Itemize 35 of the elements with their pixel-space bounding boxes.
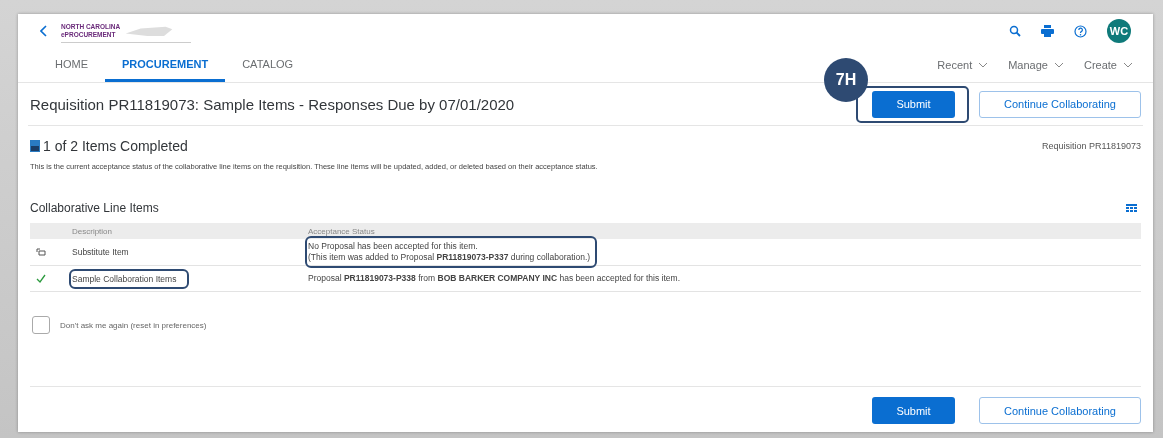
- page-title: Requisition PR11819073: Sample Items - Responses Due by 07/01/2020: [30, 95, 515, 113]
- help-icon[interactable]: [1074, 24, 1087, 38]
- check-icon: [36, 274, 46, 283]
- nav-menu[interactable]: Recent: [937, 59, 989, 71]
- submit-button[interactable]: Submit: [872, 397, 955, 424]
- nav-menu[interactable]: Manage: [1008, 59, 1064, 71]
- checkbox[interactable]: [32, 316, 50, 334]
- status-icon: [30, 140, 40, 152]
- continue-collaborating-button[interactable]: Continue Collaborating: [979, 90, 1141, 118]
- table-cell: Sample Collaboration Items: [72, 271, 187, 286]
- nav-tab[interactable]: CATALOG: [225, 48, 311, 82]
- section-title: Collaborative Line Items: [30, 201, 159, 215]
- column-header: Description: [72, 226, 113, 236]
- column-header: Acceptance Status: [308, 226, 376, 236]
- chevron-down-icon: [978, 62, 989, 68]
- table-cell-text: Substitute Item: [72, 246, 130, 259]
- substitute-icon: [36, 248, 46, 256]
- checkbox-label: Don't ask me again (reset in preferences): [60, 320, 207, 330]
- status-cell-text: Proposal PR11819073-P338 from BOB BARKER COMPANY INC has been accepted for this item.: [308, 272, 681, 285]
- nav-tab[interactable]: HOME: [38, 48, 105, 82]
- chevron-down-icon: [1053, 62, 1064, 68]
- search-icon[interactable]: [1009, 25, 1021, 37]
- nav-menu[interactable]: Create: [1083, 59, 1133, 71]
- step-badge: 7H: [824, 57, 868, 102]
- completion-heading: 1 of 2 Items Completed: [43, 138, 188, 154]
- table-settings-icon[interactable]: [1126, 203, 1137, 213]
- nav-tab[interactable]: PROCUREMENT: [105, 48, 226, 82]
- chevron-down-icon: [1123, 62, 1133, 68]
- submit-button[interactable]: Submit: [872, 90, 955, 118]
- status-cell: No Proposal has been accepted for this item. (This item was added to Proposal PR11819073-P337 during collaboration.): [308, 239, 595, 265]
- user-avatar[interactable]: WC: [1107, 19, 1131, 43]
- print-icon[interactable]: [1041, 25, 1054, 37]
- requisition-reference: Requisition PR11819073: [1042, 141, 1141, 151]
- continue-collaborating-button[interactable]: Continue Collaborating: [979, 397, 1141, 424]
- back-icon[interactable]: [40, 25, 47, 37]
